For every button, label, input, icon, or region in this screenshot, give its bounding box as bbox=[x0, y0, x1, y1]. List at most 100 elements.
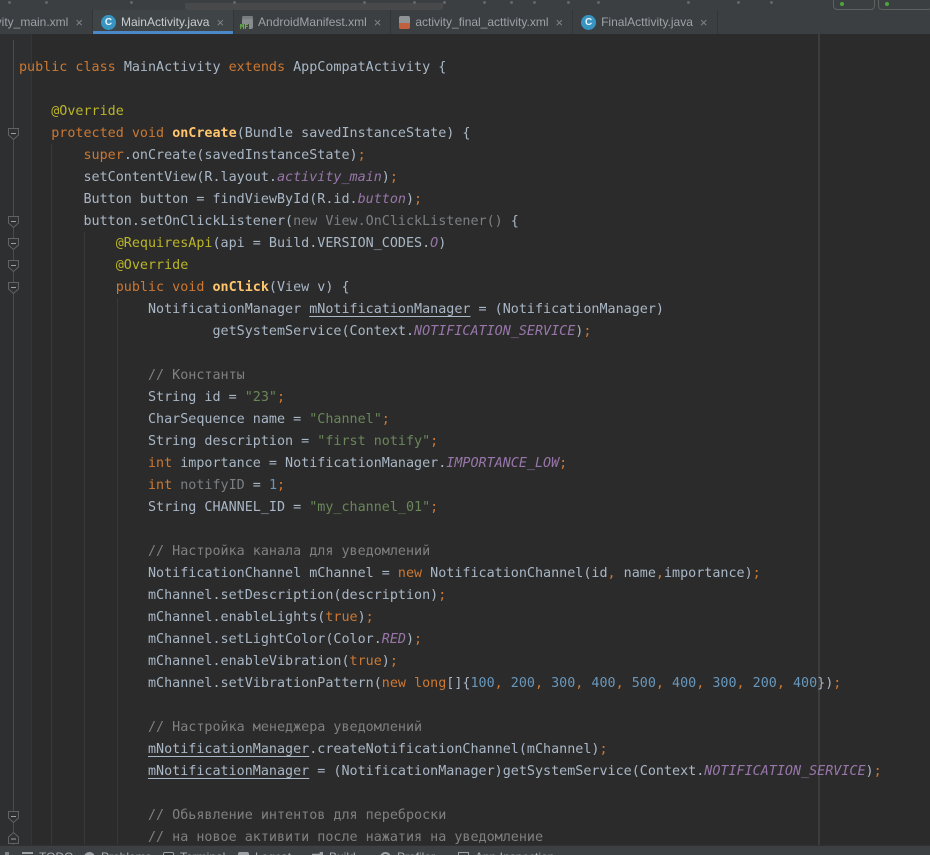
code-line[interactable] bbox=[19, 79, 882, 101]
tool-window-bar: TODO Problems Terminal Logcat Build Profiler A… bbox=[0, 845, 930, 855]
code-line[interactable]: // на новое активити после нажатия на ув… bbox=[19, 827, 882, 845]
tool-window-button-build[interactable]: Build bbox=[312, 850, 356, 855]
code-line[interactable] bbox=[19, 35, 882, 57]
close-icon[interactable]: × bbox=[75, 16, 83, 29]
status-dot-icon bbox=[885, 2, 889, 6]
tool-window-label: TODO bbox=[39, 850, 73, 855]
tab-label: AndroidManifest.xml bbox=[258, 15, 367, 29]
code-line[interactable]: mChannel.setDescription(description); bbox=[19, 585, 882, 607]
java-class-icon: C bbox=[581, 15, 596, 30]
tool-window-button-app-inspection[interactable]: App Inspection bbox=[458, 850, 554, 855]
tool-window-label: App Inspection bbox=[475, 850, 554, 855]
run-configuration-widget[interactable] bbox=[185, 3, 443, 10]
close-icon[interactable]: × bbox=[216, 16, 224, 29]
fold-down-icon[interactable] bbox=[7, 281, 20, 300]
code-line[interactable]: super.onCreate(savedInstanceState); bbox=[19, 145, 882, 167]
code-line[interactable]: protected void onCreate(Bundle savedInst… bbox=[19, 123, 882, 145]
java-class-icon: C bbox=[101, 15, 116, 30]
toolbar-icon-sliver bbox=[510, 1, 513, 4]
fold-scope-line bbox=[13, 40, 14, 845]
code-line[interactable] bbox=[19, 519, 882, 541]
code-line[interactable]: @Override bbox=[19, 101, 882, 123]
tool-window-label: Terminal bbox=[180, 850, 225, 855]
editor-tab[interactable]: MF AndroidManifest.xml × bbox=[234, 10, 391, 34]
todo-icon bbox=[22, 852, 33, 855]
tool-window-button-logcat[interactable]: Logcat bbox=[238, 850, 291, 855]
code-line[interactable]: mNotificationManager = (NotificationMana… bbox=[19, 761, 882, 783]
layout-xml-file-icon bbox=[399, 16, 410, 29]
code-line[interactable]: String id = "23"; bbox=[19, 387, 882, 409]
close-icon[interactable]: × bbox=[374, 16, 382, 29]
close-icon[interactable]: × bbox=[556, 16, 564, 29]
code-line[interactable]: button.setOnClickListener(new View.OnCli… bbox=[19, 211, 882, 233]
code-line[interactable]: NotificationManager mNotificationManager… bbox=[19, 299, 882, 321]
toolbar-icon-sliver bbox=[737, 1, 740, 4]
tool-window-button-terminal[interactable]: Terminal bbox=[163, 850, 225, 855]
build-icon bbox=[312, 852, 323, 855]
code-line[interactable]: getSystemService(Context.NOTIFICATION_SE… bbox=[19, 321, 882, 343]
toolbar-icon-sliver bbox=[233, 1, 236, 4]
code-line[interactable]: Button button = findViewById(R.id.button… bbox=[19, 189, 882, 211]
fold-down-icon[interactable] bbox=[7, 259, 20, 278]
main-toolbar-strip bbox=[0, 0, 930, 10]
code-editor[interactable]: public class MainActivity extends AppCom… bbox=[0, 34, 930, 845]
app-inspection-icon bbox=[458, 852, 469, 855]
code-line[interactable]: CharSequence name = "Channel"; bbox=[19, 409, 882, 431]
fold-down-icon[interactable] bbox=[7, 215, 20, 234]
status-dot-icon bbox=[840, 2, 844, 6]
tab-label: MainActivity.java bbox=[121, 15, 209, 29]
code-line[interactable]: mChannel.setVibrationPattern(new long[]{… bbox=[19, 673, 882, 695]
code-line[interactable] bbox=[19, 783, 882, 805]
code-line[interactable]: setContentView(R.layout.activity_main); bbox=[19, 167, 882, 189]
code-line[interactable]: @Override bbox=[19, 255, 882, 277]
code-line[interactable]: int notifyID = 1; bbox=[19, 475, 882, 497]
tab-label: ivity_main.xml bbox=[0, 15, 68, 29]
code-line[interactable]: mChannel.enableVibration(true); bbox=[19, 651, 882, 673]
toolbar-icon-sliver bbox=[533, 1, 536, 4]
toolbar-icon-sliver bbox=[483, 1, 486, 4]
code-line[interactable]: // Обьявление интентов для переброски bbox=[19, 805, 882, 827]
code-line[interactable]: // Настройка канала для уведомлений bbox=[19, 541, 882, 563]
code-line[interactable]: public void onClick(View v) { bbox=[19, 277, 882, 299]
code-line[interactable]: mNotificationManager.createNotificationC… bbox=[19, 739, 882, 761]
editor-tab[interactable]: ivity_main.xml × bbox=[0, 10, 93, 34]
fold-down-icon[interactable] bbox=[7, 127, 20, 146]
code-line[interactable]: mChannel.enableLights(true); bbox=[19, 607, 882, 629]
ide-window: ivity_main.xml × C MainActivity.java × MF Andr… bbox=[0, 0, 930, 855]
code-line[interactable]: mChannel.setLightColor(Color.RED); bbox=[19, 629, 882, 651]
code-line[interactable] bbox=[19, 343, 882, 365]
code-line[interactable]: String CHANNEL_ID = "my_channel_01"; bbox=[19, 497, 882, 519]
fold-up-icon[interactable] bbox=[7, 831, 20, 845]
tool-window-button-profiler[interactable]: Profiler bbox=[380, 850, 435, 855]
tab-label: activity_final_acttivity.xml bbox=[415, 15, 548, 29]
editor-tab[interactable]: activity_final_acttivity.xml × bbox=[391, 10, 573, 34]
manifest-file-icon: MF bbox=[242, 16, 253, 29]
code-line[interactable]: String description = "first notify"; bbox=[19, 431, 882, 453]
code-line[interactable] bbox=[19, 695, 882, 717]
logcat-icon bbox=[238, 852, 249, 855]
toolbar-icon-sliver bbox=[45, 1, 48, 4]
code-line[interactable]: public class MainActivity extends AppCom… bbox=[19, 57, 882, 79]
editor-tab[interactable]: C MainActivity.java × bbox=[93, 10, 234, 34]
editor-tab[interactable]: C FinalActtivity.java × bbox=[573, 10, 717, 34]
terminal-icon bbox=[163, 852, 174, 855]
code-line[interactable]: NotificationChannel mChannel = new Notif… bbox=[19, 563, 882, 585]
code-line[interactable]: // Константы bbox=[19, 365, 882, 387]
code-text[interactable]: public class MainActivity extends AppCom… bbox=[19, 35, 882, 845]
toolbar-icon-sliver bbox=[363, 1, 366, 4]
tool-window-button-todo[interactable]: TODO bbox=[22, 850, 73, 855]
tab-label: FinalActtivity.java bbox=[601, 15, 693, 29]
toolbar-widget-group-2[interactable] bbox=[878, 0, 930, 10]
toolbar-icon-sliver bbox=[8, 1, 11, 4]
code-line[interactable]: @RequiresApi(api = Build.VERSION_CODES.O… bbox=[19, 233, 882, 255]
toolbar-icon-sliver bbox=[443, 1, 446, 4]
code-line[interactable]: int importance = NotificationManager.IMP… bbox=[19, 453, 882, 475]
tool-window-button-problems[interactable]: Problems bbox=[84, 850, 152, 855]
code-line[interactable]: // Настройка менеджера уведомлений bbox=[19, 717, 882, 739]
tool-window-label: Profiler bbox=[397, 850, 435, 855]
close-icon[interactable]: × bbox=[700, 16, 708, 29]
fold-down-icon[interactable] bbox=[7, 237, 20, 256]
editor-tab-bar: ivity_main.xml × C MainActivity.java × MF Andr… bbox=[0, 10, 930, 34]
toolbar-widget-group-1[interactable] bbox=[833, 0, 875, 10]
fold-down-icon[interactable] bbox=[7, 810, 20, 829]
